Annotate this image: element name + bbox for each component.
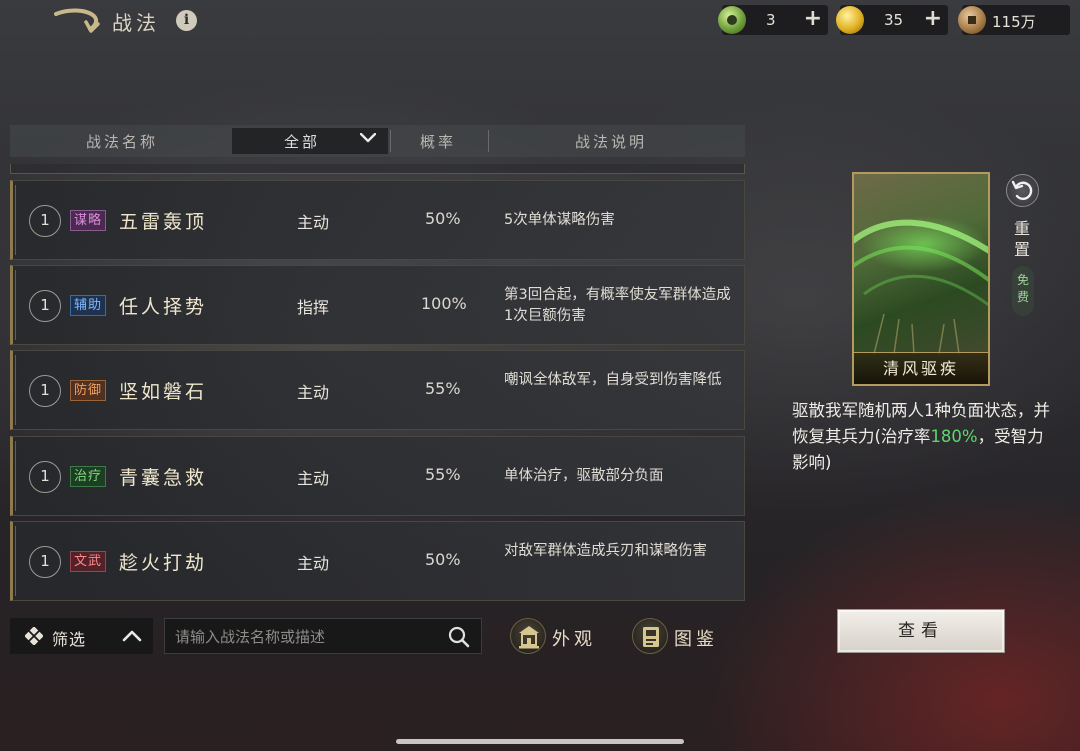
skill-type: 主动 [297, 383, 330, 402]
reset-label: 重置 [1014, 219, 1031, 259]
skill-tag: 治疗 [70, 466, 107, 487]
header-desc: 战法说明 [575, 133, 648, 151]
skill-rate: 100% [421, 294, 467, 313]
chevron-down-icon [360, 133, 376, 143]
table-row[interactable]: 1 文武 趁火打劫 主动 50% 对敌军群体造成兵刃和谋略伤害 [10, 521, 745, 601]
header-divider [488, 130, 489, 152]
skill-detail-description: 驱散我军随机两人1种负面状态，并恢复其兵力(治疗率180%，受智力影响) [792, 398, 1054, 476]
skill-type: 主动 [297, 469, 330, 488]
codex-button[interactable]: 图鉴 [632, 618, 732, 656]
level-badge: 1 [29, 375, 61, 407]
level-badge: 1 [29, 205, 61, 237]
appearance-button[interactable]: 外观 [510, 618, 610, 656]
skill-type: 主动 [297, 554, 330, 573]
table-row[interactable]: 1 防御 坚如磐石 主动 55% 嘲讽全体敌军，自身受到伤害降低 [10, 350, 745, 430]
level-badge: 1 [29, 546, 61, 578]
currency-gold: 35 + [836, 5, 948, 35]
table-row[interactable]: 1 治疗 青囊急救 主动 55% 单体治疗，驱散部分负面 [10, 436, 745, 516]
chevron-up-icon [122, 630, 142, 642]
gold-add-button[interactable]: + [924, 6, 942, 31]
gold-value: 35 [884, 11, 904, 29]
skill-type: 指挥 [297, 298, 330, 317]
card-art [854, 219, 988, 354]
heal-rate-value: 180% [930, 427, 978, 446]
jade-value: 3 [766, 11, 776, 29]
skill-rate: 50% [425, 209, 461, 228]
skill-rate: 50% [425, 550, 461, 569]
card-name: 清风驱疾 [854, 352, 988, 384]
page-title: 战法 [112, 11, 160, 35]
codex-icon [632, 618, 668, 654]
skill-desc: 第3回合起，有概率使友军群体造成1次巨额伤害 [504, 287, 731, 324]
header-rate: 概率 [420, 133, 457, 151]
search-box [164, 618, 482, 654]
view-button[interactable]: 查看 [837, 609, 1005, 653]
skill-rate: 55% [425, 379, 461, 398]
category-filter-value: 全部 [284, 133, 321, 151]
filter-button[interactable]: 筛选 [10, 618, 153, 654]
skill-tag: 谋略 [70, 210, 107, 231]
free-badge: 免费 [1012, 266, 1034, 316]
header-divider [390, 130, 391, 152]
codex-label: 图鉴 [674, 629, 718, 650]
table-row[interactable]: 1 辅助 任人择势 指挥 100% 第3回合起，有概率使友军群体造成1次巨额伤害 [10, 265, 745, 345]
top-bar: 战法 i 3 + 35 + 115万 [0, 0, 1080, 42]
filter-label: 筛选 [52, 630, 87, 649]
header-name: 战法名称 [86, 133, 159, 151]
list-top-edge [10, 164, 745, 174]
category-filter-dropdown[interactable]: 全部 [232, 128, 388, 154]
currency-jade: 3 + [718, 5, 828, 35]
skill-tag: 防御 [70, 380, 107, 401]
search-input[interactable] [175, 625, 435, 649]
home-indicator[interactable] [396, 739, 684, 744]
gold-coin-icon [836, 6, 864, 34]
skill-name: 趁火打劫 [119, 552, 208, 574]
currency-copper: 115万 [958, 5, 1070, 35]
skill-desc: 嘲讽全体敌军，自身受到伤害降低 [504, 372, 722, 388]
table-header: 战法名称 全部 概率 战法说明 [10, 125, 745, 157]
skill-rate: 55% [425, 465, 461, 484]
appearance-label: 外观 [552, 629, 596, 650]
skill-name: 青囊急救 [119, 467, 208, 489]
skill-tag: 辅助 [70, 295, 107, 316]
skill-name: 任人择势 [119, 296, 208, 318]
skill-desc: 对敌军群体造成兵刃和谋略伤害 [504, 543, 707, 559]
copper-value: 115万 [992, 13, 1036, 31]
skill-name: 坚如磐石 [119, 381, 208, 403]
level-badge: 1 [29, 290, 61, 322]
table-row[interactable]: 1 谋略 五雷轰顶 主动 50% 5次单体谋略伤害 [10, 180, 745, 260]
skill-desc: 单体治疗，驱散部分负面 [504, 468, 664, 484]
reset-icon [1006, 174, 1039, 207]
skill-card[interactable]: 清风驱疾 [852, 172, 990, 386]
appearance-icon [510, 618, 546, 654]
skill-tag: 文武 [70, 551, 107, 572]
jade-add-button[interactable]: + [804, 6, 822, 31]
skill-name: 五雷轰顶 [119, 211, 208, 233]
level-badge: 1 [29, 461, 61, 493]
reset-button[interactable]: 重置 免费 [1004, 172, 1042, 322]
copper-coin-icon [958, 6, 986, 34]
back-arrow-icon[interactable] [52, 6, 104, 36]
skill-type: 主动 [297, 213, 330, 232]
skill-desc: 5次单体谋略伤害 [504, 212, 615, 228]
jade-coin-icon [718, 6, 746, 34]
search-icon[interactable] [448, 626, 470, 648]
filter-diamond-icon [25, 627, 43, 645]
info-icon[interactable]: i [176, 10, 197, 31]
